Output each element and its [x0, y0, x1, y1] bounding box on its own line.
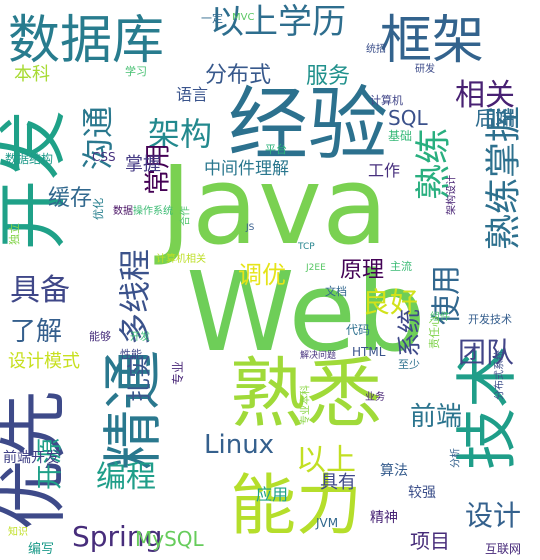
cloud-word: 本科: [14, 64, 50, 85]
cloud-word: 多线程: [116, 249, 154, 345]
cloud-word: CSS: [92, 150, 116, 164]
cloud-word: 项目: [410, 529, 450, 553]
cloud-word: Linux: [204, 430, 274, 460]
cloud-word: 知识: [8, 525, 28, 538]
cloud-word: 了解: [10, 317, 62, 347]
cloud-word: 原理: [340, 258, 384, 283]
cloud-word: 分布式: [205, 63, 271, 88]
cloud-word: 团队: [458, 336, 514, 369]
cloud-word: 分析: [448, 448, 461, 468]
cloud-word: 缓存: [48, 186, 92, 211]
cloud-word: 编程: [96, 460, 156, 495]
word-cloud: JavaWeb经验熟悉能力优先开发技术精通数据库 框架以上学历熟练掌握熟练沟通 架构…: [0, 0, 540, 560]
cloud-word: JS: [245, 223, 255, 233]
cloud-word: 基础: [388, 129, 412, 143]
cloud-word: 编写: [28, 542, 54, 557]
cloud-word: 计算机: [370, 93, 403, 107]
cloud-word: 分布式系统: [492, 350, 505, 400]
cloud-word: 前端开发: [3, 449, 59, 466]
cloud-word: 以上学历: [210, 2, 346, 42]
cloud-word: 精神: [370, 510, 398, 526]
cloud-word: 业务: [365, 390, 385, 403]
cloud-word: 一定: [201, 11, 223, 25]
cloud-word: 框架: [380, 11, 484, 71]
cloud-word: 扎实: [126, 354, 154, 402]
cloud-word: 开发技术: [468, 312, 512, 326]
cloud-word: 代码: [346, 323, 370, 337]
cloud-word: 架构设计: [444, 175, 457, 215]
cloud-word: 解决问题: [300, 349, 336, 361]
cloud-word: 开发: [130, 330, 150, 343]
cloud-word: 系统: [396, 309, 424, 357]
cloud-word: 互联网: [485, 542, 521, 556]
cloud-word: 性能: [120, 347, 142, 361]
cloud-word: 语言: [176, 85, 208, 104]
cloud-word: 较强: [408, 485, 436, 501]
cloud-word: 工作: [368, 161, 400, 180]
cloud-word: 能够: [89, 329, 111, 343]
cloud-word: 数据: [113, 204, 133, 217]
cloud-word: 文档: [325, 284, 347, 298]
cloud-word: 前端: [410, 402, 462, 432]
cloud-word: 统招: [366, 42, 386, 55]
cloud-word: 专业本科: [298, 385, 311, 425]
cloud-word: J2EE: [305, 263, 326, 273]
cloud-word: 责任心: [428, 316, 441, 349]
cloud-word: 设计: [465, 499, 521, 532]
cloud-word: 计算机相关: [156, 252, 206, 265]
cloud-word: JVM: [315, 516, 338, 530]
cloud-word: 专业: [170, 361, 185, 385]
cloud-word: MVC: [232, 12, 254, 23]
cloud-word: 至少: [398, 358, 420, 371]
cloud-word: 中间件理解: [204, 159, 289, 179]
cloud-word: 后端: [475, 106, 515, 130]
cloud-word: 数据库: [8, 11, 164, 71]
cloud-word: TCP: [297, 242, 315, 252]
cloud-word: 应用: [256, 485, 288, 504]
cloud-word: 优化: [91, 198, 105, 220]
cloud-word: 算法: [380, 463, 408, 479]
cloud-word: 合作: [178, 206, 191, 226]
cloud-word: 操作系统: [133, 204, 173, 217]
cloud-word: 研发: [415, 62, 435, 75]
cloud-word: 调优: [238, 261, 286, 289]
cloud-word: 数据结构: [5, 151, 53, 166]
cloud-word: 主流: [390, 259, 412, 273]
cloud-word: MySQL: [135, 527, 205, 551]
cloud-word: 独立: [7, 223, 21, 245]
cloud-word: 学习: [125, 64, 147, 78]
cloud-word: 平台: [265, 142, 287, 156]
cloud-word: HTML: [352, 345, 386, 359]
cloud-word: SQL: [388, 106, 428, 130]
cloud-word: 经验: [228, 78, 388, 171]
cloud-word: 具有: [320, 472, 356, 493]
cloud-word: 服务: [306, 64, 350, 89]
cloud-word: 具备: [10, 273, 70, 308]
cloud-word: 设计模式: [8, 351, 80, 372]
cloud-word: 掌握: [125, 154, 161, 175]
